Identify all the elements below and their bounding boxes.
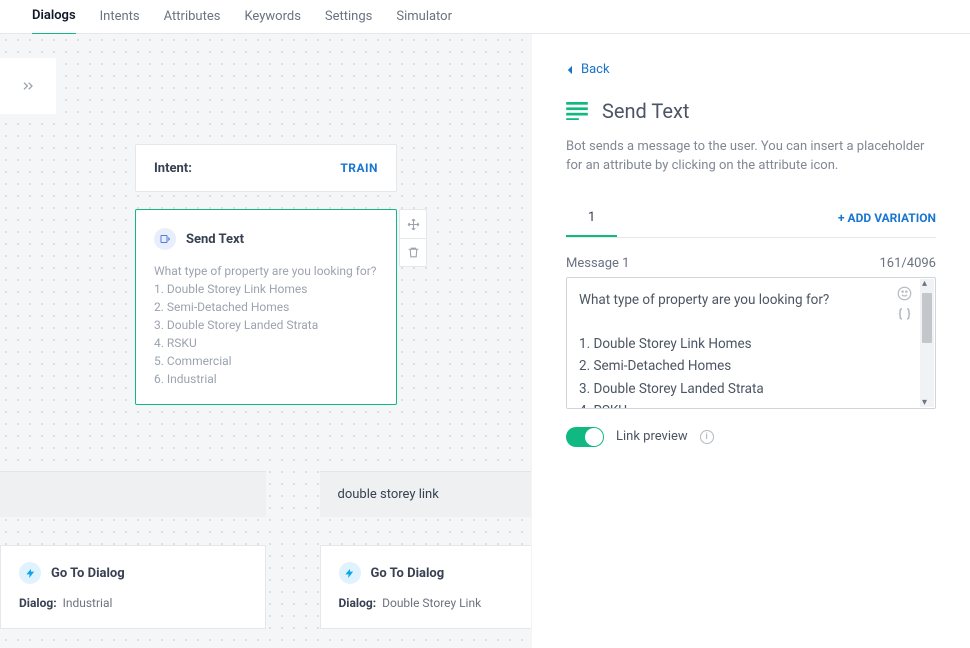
- smile-icon: [897, 286, 912, 301]
- goto-card-left-kv: Dialog:Industrial: [19, 596, 247, 610]
- goto-card-right-title: Go To Dialog: [371, 566, 445, 581]
- back-button[interactable]: Back: [566, 62, 610, 77]
- tab-keywords[interactable]: Keywords: [244, 0, 300, 34]
- chevron-double-right-icon: [20, 78, 36, 94]
- sendtext-body-intro: What type of property are you looking fo…: [154, 262, 378, 280]
- info-icon[interactable]: i: [700, 430, 714, 444]
- sendtext-option-5: 5. Commercial: [154, 352, 378, 370]
- char-count: 161/4096: [879, 256, 936, 271]
- message-label: Message 1: [566, 256, 629, 271]
- textarea-scrollbar[interactable]: [920, 279, 934, 407]
- card-actions: [399, 209, 427, 267]
- link-preview-label: Link preview: [616, 429, 688, 444]
- branch-label-right[interactable]: double storey link: [320, 471, 532, 517]
- sendtext-option-2: 2. Semi-Detached Homes: [154, 298, 378, 316]
- sendtext-option-6: 6. Industrial: [154, 370, 378, 388]
- dialog-canvas[interactable]: Intent: TRAIN Send Text What type of pro…: [0, 34, 531, 648]
- sendtext-option-1: 1. Double Storey Link Homes: [154, 280, 378, 298]
- attribute-button[interactable]: [896, 307, 913, 322]
- sendtext-card[interactable]: Send Text What type of property are you …: [135, 209, 397, 405]
- sendtext-card-body: What type of property are you looking fo…: [154, 262, 378, 388]
- sendtext-option-4: 4. RSKU: [154, 334, 378, 352]
- scrollbar-thumb[interactable]: [922, 293, 932, 343]
- panel-title: Send Text: [602, 99, 689, 123]
- move-icon: [407, 218, 420, 231]
- caret-left-icon: [566, 65, 573, 75]
- message-textarea[interactable]: [567, 278, 903, 408]
- tab-intents[interactable]: Intents: [100, 0, 140, 34]
- branch-label-left[interactable]: [0, 471, 266, 517]
- add-variation-button[interactable]: + ADD VARIATION: [838, 211, 936, 225]
- emoji-button[interactable]: [897, 286, 912, 301]
- message-box: [566, 277, 936, 409]
- top-tabs: Dialogs Intents Attributes Keywords Sett…: [0, 0, 970, 34]
- variation-tabs: 1 + ADD VARIATION: [566, 200, 936, 238]
- variation-tab-1[interactable]: 1: [566, 200, 617, 237]
- sendtext-option-3: 3. Double Storey Landed Strata: [154, 316, 378, 334]
- goto-card-right[interactable]: Go To Dialog Dialog:Double Storey Link: [320, 545, 532, 629]
- link-preview-toggle[interactable]: [566, 427, 604, 447]
- paragraph-icon: [566, 102, 588, 120]
- tab-attributes[interactable]: Attributes: [164, 0, 221, 34]
- lightning-icon: [339, 562, 361, 584]
- tab-simulator[interactable]: Simulator: [396, 0, 452, 34]
- sendtext-icon: [154, 228, 176, 250]
- goto-card-left[interactable]: Go To Dialog Dialog:Industrial: [0, 545, 266, 629]
- lightning-icon: [19, 562, 41, 584]
- sendtext-card-title: Send Text: [186, 232, 244, 247]
- delete-card-button[interactable]: [400, 238, 426, 266]
- inspector-panel: Back Send Text Bot sends a message to th…: [531, 34, 970, 648]
- goto-card-right-kv: Dialog:Double Storey Link: [339, 596, 532, 610]
- panel-description: Bot sends a message to the user. You can…: [566, 137, 936, 176]
- goto-card-left-title: Go To Dialog: [51, 566, 125, 581]
- move-card-button[interactable]: [400, 210, 426, 238]
- train-button[interactable]: TRAIN: [340, 161, 378, 175]
- braces-icon: [896, 307, 913, 322]
- intent-card[interactable]: Intent: TRAIN: [135, 144, 397, 192]
- trash-icon: [407, 246, 420, 259]
- sidebar-collapse-button[interactable]: [0, 58, 56, 114]
- tab-settings[interactable]: Settings: [325, 0, 372, 34]
- tab-dialogs[interactable]: Dialogs: [32, 0, 76, 35]
- intent-label: Intent:: [154, 161, 192, 176]
